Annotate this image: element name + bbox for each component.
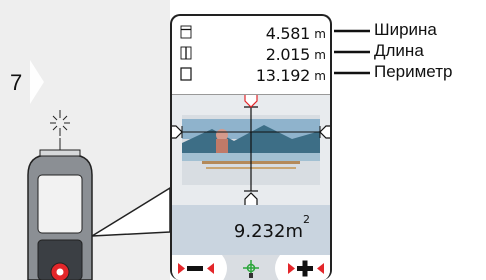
callout-length: Длина (374, 41, 424, 60)
callout-width: Ширина (374, 20, 437, 39)
callout-perimeter: Периметр (374, 62, 453, 81)
